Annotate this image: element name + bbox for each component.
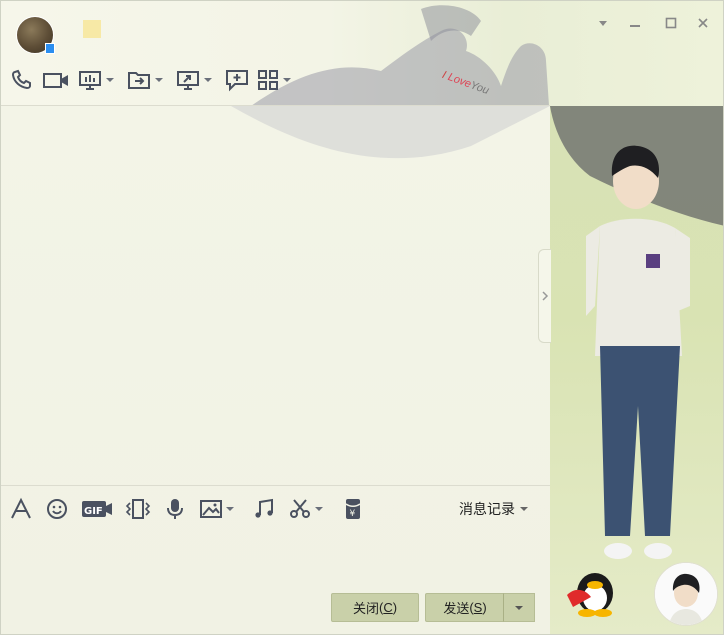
history-dropdown-arrow[interactable] [520,507,528,511]
online-status-badge [45,43,55,54]
video-camera-icon [43,73,68,88]
voice-call-button[interactable] [9,65,35,95]
shake-window-icon [125,499,151,519]
maximize-button[interactable] [663,15,679,31]
send-button[interactable]: 发送(S) [425,593,504,622]
dropdown-arrow[interactable] [155,78,163,82]
minimize-button[interactable] [627,15,643,31]
window-menu-button[interactable] [595,15,611,31]
new-discussion-button[interactable] [224,65,250,95]
remote-demo-button[interactable] [77,65,120,95]
microphone-icon [167,499,183,519]
svg-text:¥: ¥ [350,509,356,519]
collapse-panel-tab[interactable] [538,249,551,343]
input-divider [1,485,550,486]
screen-share-icon [177,71,199,90]
svg-text:GIF: GIF [84,506,103,517]
emoji-button[interactable] [45,494,69,524]
video-call-button[interactable] [41,65,71,95]
emoji-icon [47,499,67,519]
dropdown-arrow[interactable] [204,78,212,82]
voice-message-button[interactable] [163,494,187,524]
chat-message-area[interactable] [1,106,550,634]
red-packet-icon: ¥ [345,499,361,519]
add-message-icon [226,70,248,92]
top-toolbar [9,65,297,95]
send-options-dropdown-arrow [515,605,523,610]
my-avatar[interactable] [654,562,718,626]
message-history-label: 消息记录 [459,501,515,517]
header-divider [1,105,550,106]
avatar-image [655,563,717,625]
arm-shadow-decoration [231,106,550,159]
send-file-button[interactable] [126,65,169,95]
scissors-icon [290,499,310,518]
close-window-button[interactable] [695,15,711,31]
dropdown-arrow[interactable] [315,507,323,511]
gif-icon: GIF [82,501,112,517]
chevron-down-icon [599,21,607,26]
send-options-button[interactable] [503,593,535,622]
input-toolbar: GIF ¥ [9,495,365,523]
screen-share-button[interactable] [175,65,218,95]
message-history-button[interactable]: 消息记录 [459,499,534,519]
qq-penguin-logo [567,573,613,617]
music-icon [255,498,273,518]
red-packet-button[interactable]: ¥ [341,494,365,524]
font-button[interactable] [9,494,33,524]
image-icon [200,500,222,518]
apps-grid-icon [258,70,278,90]
apps-button[interactable] [256,65,297,95]
chevron-right-icon [542,291,549,301]
presentation-icon [79,71,101,90]
font-icon [11,497,31,519]
music-button[interactable] [252,494,276,524]
screenshot-button[interactable] [288,494,329,524]
file-transfer-icon [128,72,150,89]
maximize-icon [665,17,677,29]
send-button-label: 发送 [443,601,470,616]
shake-window-button[interactable] [125,494,151,524]
dropdown-arrow[interactable] [226,507,234,511]
close-button[interactable]: 关闭(C) [331,593,419,622]
gif-button[interactable]: GIF [81,494,113,524]
profile-panel [550,106,723,634]
phone-icon [11,69,31,90]
close-button-shortcut: C [383,600,393,615]
close-button-label: 关闭 [352,601,379,616]
contact-name-highlight [83,20,101,38]
close-icon [698,18,708,28]
chat-window: I LoveYou GIF ¥ 消息记录 关闭 (C) 发送 (S) [0,0,724,635]
character-figure [550,106,723,559]
dropdown-arrow[interactable] [283,78,291,82]
minimize-icon [630,25,640,27]
dropdown-arrow[interactable] [106,78,114,82]
send-image-button[interactable] [199,494,240,524]
send-button-shortcut: S [473,600,483,615]
